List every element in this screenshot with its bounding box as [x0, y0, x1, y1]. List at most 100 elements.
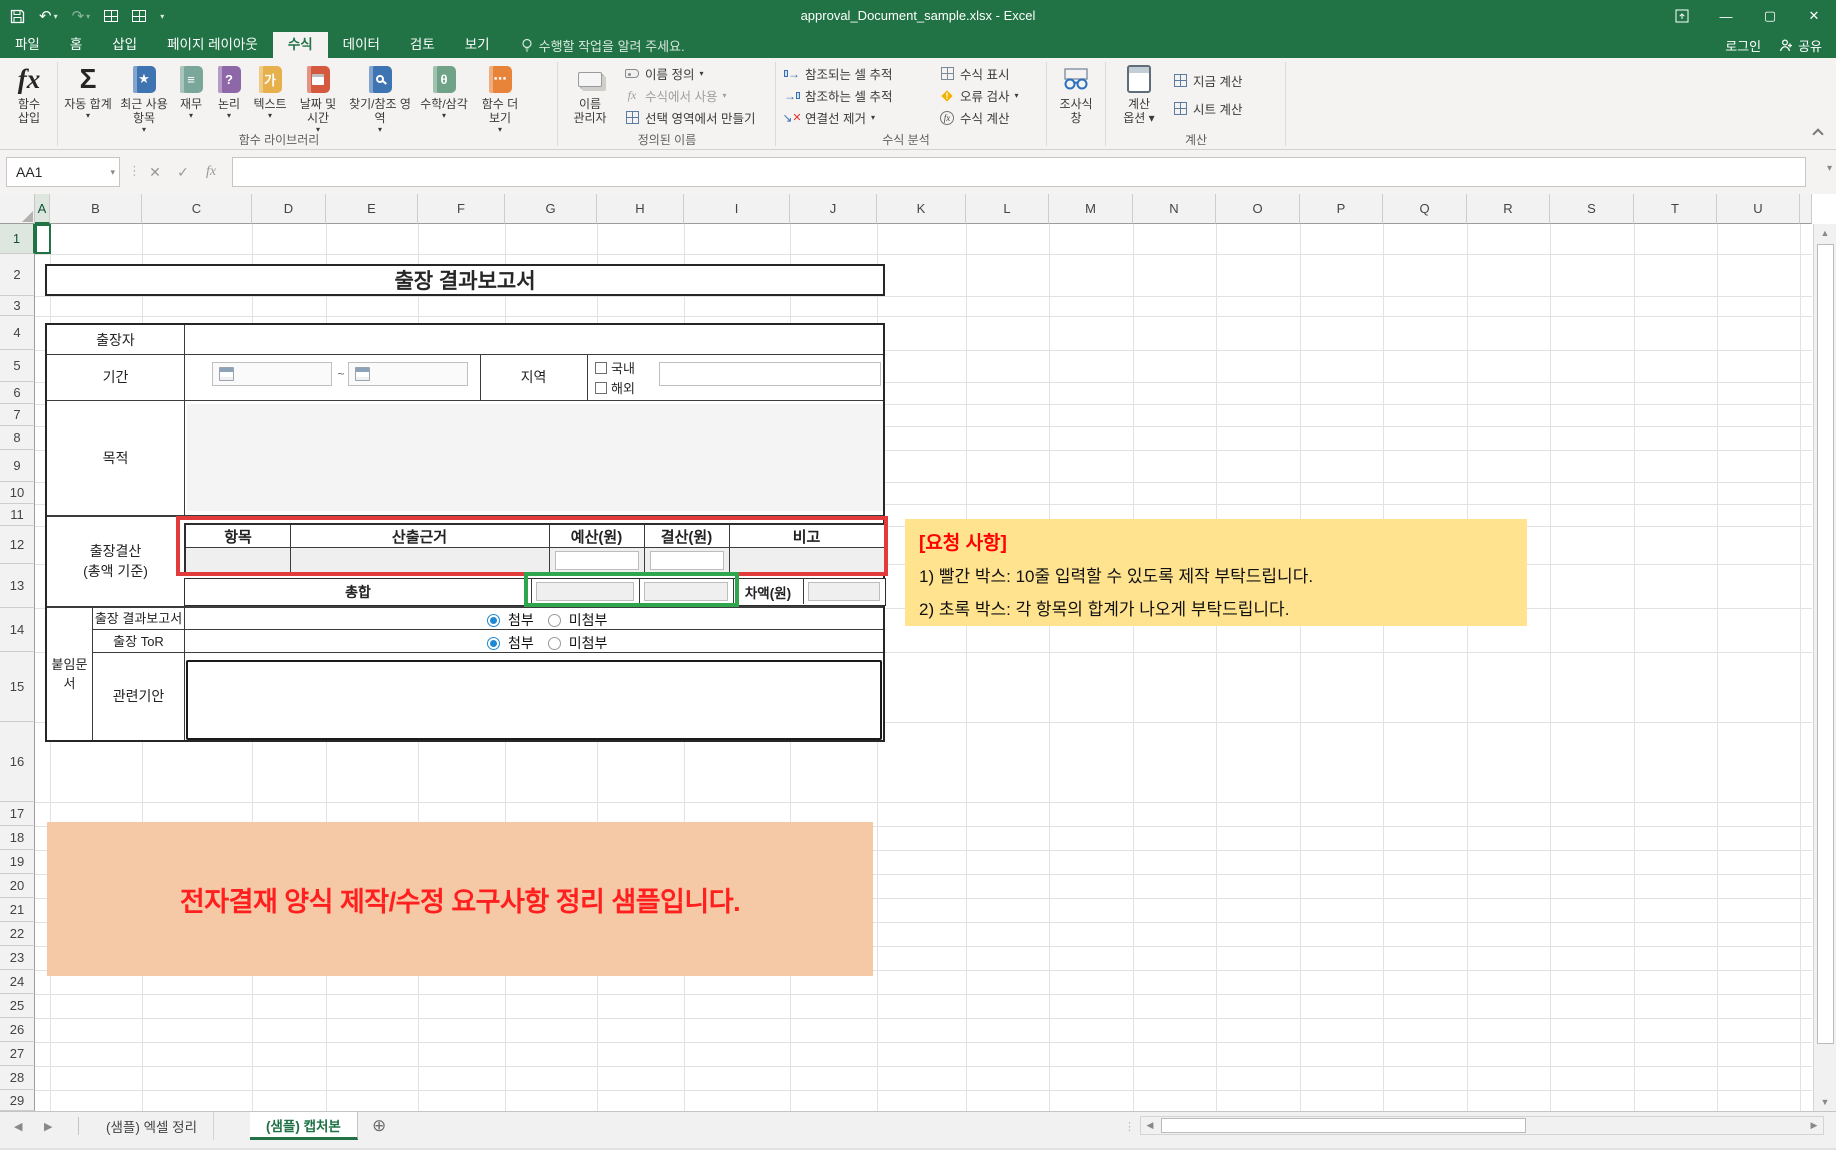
column-header-E[interactable]: E	[326, 194, 418, 224]
ribbon-tab-7[interactable]: 보기	[450, 32, 505, 58]
region-detail-field[interactable]	[659, 362, 881, 386]
column-header-K[interactable]: K	[877, 194, 966, 224]
row-header-4[interactable]: 4	[0, 316, 35, 350]
column-header-B[interactable]: B	[50, 194, 142, 224]
ribbon-display-options-button[interactable]	[1660, 0, 1704, 32]
add-sheet-button[interactable]: ⊕	[372, 1112, 386, 1140]
row-header-23[interactable]: 23	[0, 946, 35, 970]
name-box[interactable]: AA1 ▾	[6, 157, 120, 187]
row-header-20[interactable]: 20	[0, 874, 35, 898]
row-header-6[interactable]: 6	[0, 382, 35, 404]
ribbon-tab-1[interactable]: 홈	[55, 32, 97, 58]
maximize-button[interactable]: ▢	[1748, 0, 1792, 32]
watch-window-button[interactable]: 조사식 창	[1050, 61, 1102, 139]
logical-button[interactable]: ? 논리 ▾	[210, 61, 248, 139]
column-header-C[interactable]: C	[142, 194, 252, 224]
column-header-I[interactable]: I	[684, 194, 790, 224]
total-budget-cell[interactable]	[536, 582, 634, 601]
define-name-button[interactable]: 이름 정의 ▾	[624, 63, 704, 84]
ribbon-tab-5[interactable]: 데이터	[328, 32, 395, 58]
row-header-22[interactable]: 22	[0, 922, 35, 946]
vertical-scroll-thumb[interactable]	[1817, 244, 1834, 1044]
show-formulas-button[interactable]: 수식 표시	[939, 63, 1009, 84]
evaluate-formula-button[interactable]: fx 수식 계산	[939, 107, 1009, 128]
settled-input-cell[interactable]	[645, 548, 729, 573]
row-header-9[interactable]: 9	[0, 450, 35, 482]
ribbon-tab-4[interactable]: 수식	[273, 32, 328, 58]
row-header-8[interactable]: 8	[0, 426, 35, 450]
column-header-P[interactable]: P	[1300, 194, 1383, 224]
row-header-26[interactable]: 26	[0, 1018, 35, 1042]
row-header-7[interactable]: 7	[0, 404, 35, 426]
row-header-17[interactable]: 17	[0, 802, 35, 826]
row-header-24[interactable]: 24	[0, 970, 35, 994]
financial-button[interactable]: ≡ 재무 ▾	[172, 61, 210, 139]
enter-button[interactable]: ✓	[170, 157, 196, 187]
column-header-F[interactable]: F	[418, 194, 505, 224]
column-header-R[interactable]: R	[1467, 194, 1550, 224]
autosum-button[interactable]: Σ 자동 합계 ▾	[60, 61, 116, 139]
row-header-25[interactable]: 25	[0, 994, 35, 1018]
report-not-attached-radio[interactable]	[548, 614, 561, 627]
period-start-datepicker[interactable]	[212, 362, 332, 386]
period-end-datepicker[interactable]	[348, 362, 468, 386]
insert-function-small-button[interactable]: fx	[198, 157, 224, 187]
region-overseas-option[interactable]: 해외	[595, 378, 635, 397]
row-header-21[interactable]: 21	[0, 898, 35, 922]
formula-input[interactable]	[232, 157, 1806, 187]
calculate-sheet-button[interactable]: 시트 계산	[1172, 98, 1242, 119]
column-header-G[interactable]: G	[505, 194, 597, 224]
column-header-O[interactable]: O	[1216, 194, 1300, 224]
domestic-checkbox[interactable]	[595, 362, 607, 374]
trace-precedents-button[interactable]: → 참조되는 셀 추적	[784, 63, 892, 84]
region-domestic-option[interactable]: 국내	[595, 358, 635, 377]
cancel-button[interactable]: ✕	[142, 157, 168, 187]
more-functions-button[interactable]: ⋯ 함수 더 보기 ▾	[472, 61, 528, 139]
sheet-tab-1[interactable]: (샘플) 캡처본	[250, 1112, 358, 1140]
row-header-28[interactable]: 28	[0, 1066, 35, 1090]
insert-function-button[interactable]: fx 함수 삽입	[4, 61, 54, 139]
minimize-button[interactable]: —	[1704, 0, 1748, 32]
column-header-T[interactable]: T	[1634, 194, 1717, 224]
tell-me-box[interactable]: 수행할 작업을 알려 주세요.	[505, 32, 685, 58]
total-settled-cell[interactable]	[644, 582, 728, 601]
column-header-D[interactable]: D	[252, 194, 326, 224]
row-header-16[interactable]: 16	[0, 722, 35, 802]
column-header-N[interactable]: N	[1133, 194, 1216, 224]
remark-input-cell[interactable]	[730, 548, 884, 573]
ribbon-tab-2[interactable]: 삽입	[97, 32, 152, 58]
row-header-14[interactable]: 14	[0, 608, 35, 652]
close-button[interactable]: ✕	[1792, 0, 1836, 32]
difference-cell[interactable]	[808, 582, 880, 601]
collapse-ribbon-button[interactable]	[1814, 125, 1822, 143]
trace-dependents-button[interactable]: → 참조하는 셀 추적	[784, 85, 892, 106]
row-header-3[interactable]: 3	[0, 296, 35, 316]
remove-arrows-button[interactable]: ↘✕ 연결선 제거 ▾	[784, 107, 875, 128]
column-header-S[interactable]: S	[1550, 194, 1634, 224]
overseas-checkbox[interactable]	[595, 382, 607, 394]
select-all-corner[interactable]	[0, 194, 35, 224]
row-header-15[interactable]: 15	[0, 652, 35, 722]
calculate-now-button[interactable]: 지금 계산	[1172, 70, 1242, 91]
budget-input-cell[interactable]	[550, 548, 644, 573]
math-trig-button[interactable]: θ 수학/삼각 ▾	[416, 61, 472, 139]
column-header-Q[interactable]: Q	[1383, 194, 1467, 224]
row-header-19[interactable]: 19	[0, 850, 35, 874]
scroll-down-icon[interactable]: ▼	[1814, 1093, 1836, 1111]
ribbon-tab-3[interactable]: 페이지 레이아웃	[152, 32, 273, 58]
ribbon-tab-6[interactable]: 검토	[395, 32, 450, 58]
scroll-right-icon[interactable]: ▶	[1805, 1117, 1823, 1134]
sign-in-button[interactable]: 로그인	[1725, 36, 1761, 55]
row-header-10[interactable]: 10	[0, 482, 35, 504]
vertical-scrollbar[interactable]: ▲ ▼	[1813, 224, 1836, 1111]
horizontal-scrollbar[interactable]: ◀ ▶	[1140, 1116, 1824, 1135]
name-manager-button[interactable]: 이름 관리자	[564, 61, 616, 139]
purpose-value-area[interactable]	[187, 404, 883, 511]
row-header-11[interactable]: 11	[0, 504, 35, 526]
text-functions-button[interactable]: 가 텍스트 ▾	[248, 61, 292, 139]
traveler-value-cell[interactable]	[185, 325, 883, 354]
formula-bar-splitter[interactable]: ⋮	[128, 163, 141, 179]
row-header-18[interactable]: 18	[0, 826, 35, 850]
sheet-tab-0[interactable]: (샘플) 엑셀 정리	[90, 1112, 214, 1140]
row-header-12[interactable]: 12	[0, 526, 35, 564]
